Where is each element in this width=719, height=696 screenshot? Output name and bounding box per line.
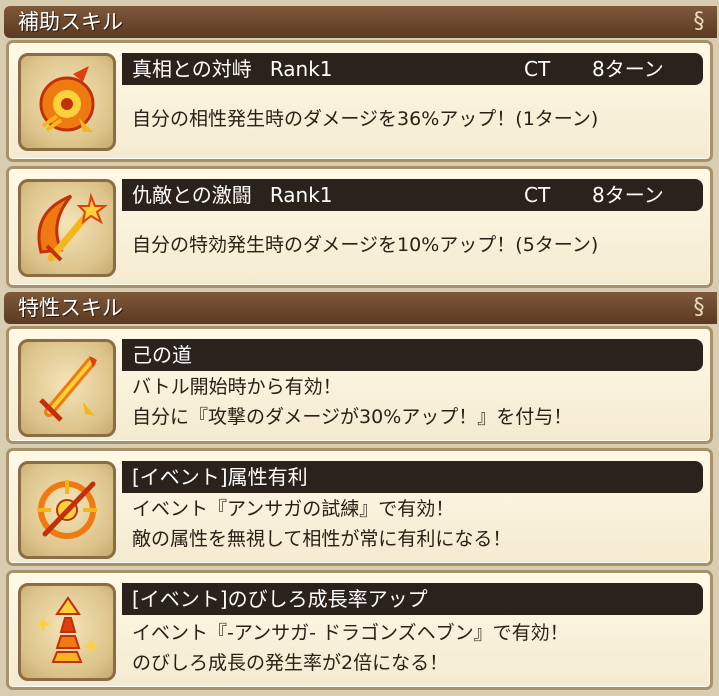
crest-target-icon: [18, 53, 116, 151]
skill-name: 真相との対峙 Rank1: [132, 57, 333, 81]
crosshair-sword-icon: [18, 461, 116, 559]
ct-label: CT: [524, 57, 551, 81]
cooldown-turns: 8ターン: [592, 57, 664, 81]
section-header-support: 補助スキル §: [4, 6, 717, 38]
skill-name-bar: 仇敵との激闘 Rank1 CT 8ターン: [122, 179, 703, 211]
section-title: 補助スキル: [18, 10, 123, 34]
skill-description-line1: イベント『アンサガの試練』で有効！: [132, 498, 455, 520]
skill-rank: Rank1: [269, 57, 333, 81]
skill-card-nemesis-battle[interactable]: 仇敵との激闘 Rank1 CT 8ターン 自分の特効発生時のダメージを10%アップ…: [6, 166, 713, 288]
skill-description-line1: バトル開始時から有効！: [132, 376, 342, 398]
skill-card-attribute-advantage[interactable]: [イベント]属性有利 イベント『アンサガの試練』で有効！ 敵の属性を無視して相性…: [6, 448, 713, 566]
section-header-trait: 特性スキル §: [4, 292, 717, 324]
skill-name-bar: 己の道: [122, 339, 703, 371]
skill-card-confrontation[interactable]: 真相との対峙 Rank1 CT 8ターン 自分の相性発生時のダメージを36%アップ…: [6, 40, 713, 162]
skill-name-bar: 真相との対峙 Rank1 CT 8ターン: [122, 53, 703, 85]
skill-rank: Rank1: [269, 183, 333, 207]
ct-label: CT: [524, 183, 551, 207]
skill-name: [イベント]属性有利: [132, 465, 308, 489]
skill-card-growth-rate-up[interactable]: [イベント]のびしろ成長率アップ イベント『-アンサガ- ドラゴンズヘブン』で有…: [6, 570, 713, 690]
rising-spiral-icon: [18, 583, 116, 681]
scroll-ornament-icon: §: [693, 295, 705, 320]
skill-name: 仇敵との激闘 Rank1: [132, 183, 333, 207]
cooldown-turns: 8ターン: [592, 183, 664, 207]
section-title: 特性スキル: [18, 296, 123, 320]
crescent-sword-icon: [18, 179, 116, 277]
skill-name: 己の道: [132, 343, 192, 367]
skill-description-line1: イベント『-アンサガ- ドラゴンズヘブン』で有効！: [132, 622, 569, 644]
skill-description: 自分の特効発生時のダメージを10%アップ！(5ターン): [132, 234, 599, 256]
skill-description-line2: 敵の属性を無視して相性が常に有利になる！: [132, 528, 512, 550]
scroll-ornament-icon: §: [693, 9, 705, 34]
skill-name: [イベント]のびしろ成長率アップ: [132, 587, 428, 611]
skill-name-bar: [イベント]のびしろ成長率アップ: [122, 583, 703, 615]
skill-description: 自分の相性発生時のダメージを36%アップ！(1ターン): [132, 108, 599, 130]
flaming-sword-icon: [18, 339, 116, 437]
skill-card-own-path[interactable]: 己の道 バトル開始時から有効！ 自分に『攻撃のダメージが30%アップ！』を付与！: [6, 326, 713, 444]
skill-description-line2: のびしろ成長の発生率が2倍になる！: [132, 652, 449, 674]
skill-name-bar: [イベント]属性有利: [122, 461, 703, 493]
skill-description-line2: 自分に『攻撃のダメージが30%アップ！』を付与！: [132, 406, 573, 428]
